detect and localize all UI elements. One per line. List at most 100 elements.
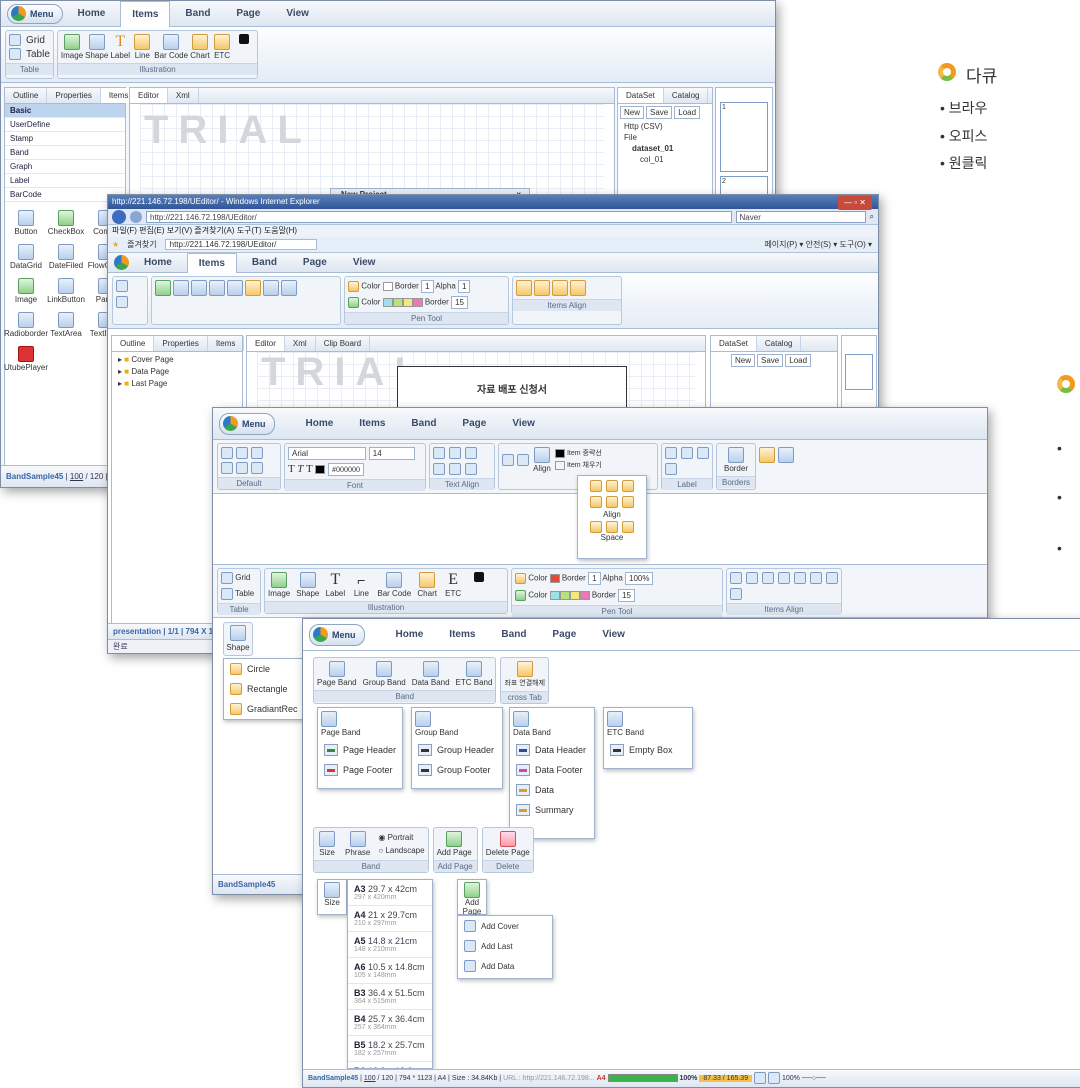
font-size-select[interactable]: 14 <box>368 447 415 460</box>
add-last-item[interactable]: Add Last <box>458 936 552 956</box>
color-swatch-cyan[interactable] <box>382 298 393 307</box>
component-datagrid[interactable]: DataGrid <box>7 244 45 270</box>
tab-band[interactable]: Band <box>241 253 288 273</box>
extra-icon[interactable] <box>778 447 794 463</box>
label-icon[interactable] <box>665 447 677 459</box>
paper-size-item[interactable]: B5 18.2 x 25.7cm 182 x 257mm <box>348 1036 432 1062</box>
etc-icon[interactable] <box>263 280 279 296</box>
border2-input[interactable]: 15 <box>451 296 468 309</box>
favorites-star-icon[interactable]: ★ <box>112 240 119 249</box>
image-button[interactable]: Image <box>61 34 83 60</box>
image-button[interactable]: Image <box>268 572 290 598</box>
space-opt-icon[interactable] <box>590 521 602 533</box>
tab-outline[interactable]: Outline <box>112 336 155 351</box>
color-swatch-yellow[interactable] <box>569 591 580 600</box>
tab-items[interactable]: Items <box>186 252 237 273</box>
search-field[interactable]: Naver <box>735 210 866 223</box>
alpha-input[interactable]: 100% <box>625 572 654 585</box>
tree-column[interactable]: col_01 <box>624 154 712 165</box>
paper-size-item[interactable]: A5 14.8 x 21cm 148 x 210mm <box>348 932 432 958</box>
window-controls[interactable]: — ▫ ✕ <box>838 196 872 210</box>
tab-editor[interactable]: Editor <box>130 88 168 103</box>
grid-button[interactable]: Grid <box>9 34 45 46</box>
tab-band[interactable]: Band <box>174 1 221 27</box>
extra-icon[interactable] <box>759 447 775 463</box>
tab-xml[interactable]: Xml <box>285 336 316 351</box>
back-icon[interactable] <box>112 209 126 224</box>
table-icon[interactable] <box>116 296 128 308</box>
align-icon[interactable] <box>730 588 742 600</box>
item-option-a[interactable]: Item 중략선 <box>555 448 602 460</box>
label-icon[interactable] <box>681 447 693 459</box>
tab-page[interactable]: Page <box>451 411 497 437</box>
component-linkbutton[interactable]: LinkButton <box>47 278 85 304</box>
align-icon[interactable] <box>810 572 822 584</box>
component-utubeplayer[interactable]: UtubePlayer <box>4 346 48 372</box>
data-footer-item[interactable]: Data Footer <box>510 760 594 780</box>
add-data-item[interactable]: Add Data <box>458 956 552 976</box>
data-band-button[interactable]: Data Band <box>412 661 450 687</box>
color-swatch-red[interactable] <box>549 574 560 583</box>
component-button[interactable]: Button <box>7 210 45 236</box>
tab-view[interactable]: View <box>501 411 546 437</box>
tab-view[interactable]: View <box>275 1 320 27</box>
align-icon[interactable] <box>746 572 758 584</box>
tree-data-page[interactable]: ▸ ■ Data Page <box>118 366 236 378</box>
browser-tab[interactable]: http://221.146.72.198/UEditor/ <box>164 239 318 250</box>
component-textarea[interactable]: TextArea <box>47 312 85 338</box>
tab-band[interactable]: Band <box>400 411 447 437</box>
category-label[interactable]: Label <box>5 174 125 188</box>
align-icon[interactable] <box>534 280 550 296</box>
align-icon[interactable] <box>778 572 790 584</box>
color-swatch-green[interactable] <box>392 298 403 307</box>
tree-cover-page[interactable]: ▸ ■ Cover Page <box>118 354 236 366</box>
tab-view[interactable]: View <box>342 253 387 273</box>
shape-icon[interactable] <box>173 280 189 296</box>
menu-button[interactable]: Menu <box>7 3 63 24</box>
save-button[interactable]: Save <box>757 354 784 367</box>
thumbnail-1[interactable]: 1 <box>720 102 768 172</box>
category-band[interactable]: Band <box>5 146 125 160</box>
shape-button[interactable]: Shape <box>296 572 319 598</box>
color-swatch-pink[interactable] <box>579 591 590 600</box>
align-icon[interactable] <box>826 572 838 584</box>
page-band-header[interactable]: Page Band <box>318 708 402 740</box>
chart-button[interactable]: Chart <box>190 34 210 60</box>
barcode-icon[interactable] <box>227 280 243 296</box>
color-swatch-cyan[interactable] <box>549 591 560 600</box>
tab-properties[interactable]: Properties <box>154 336 208 351</box>
new-button[interactable]: New <box>620 106 645 119</box>
browser-menu[interactable]: 파일(F) 편집(E) 보기(V) 즐겨찾기(A) 도구(T) 도움말(H) <box>108 225 878 237</box>
component-datefiled[interactable]: DateFiled <box>47 244 85 270</box>
tab-page[interactable]: Page <box>292 253 338 273</box>
load-button[interactable]: Load <box>785 354 812 367</box>
tab-catalog[interactable]: Catalog <box>757 336 802 351</box>
delete-page-button[interactable]: Delete Page <box>486 831 530 857</box>
tree-dataset[interactable]: dataset_01 <box>624 143 712 154</box>
tab-items[interactable]: Items <box>348 411 396 437</box>
shape-rectangle[interactable]: Rectangle <box>224 679 304 699</box>
logo-icon[interactable] <box>114 255 129 270</box>
page-band-button[interactable]: Page Band <box>317 661 357 687</box>
tab-properties[interactable]: Properties <box>47 88 101 103</box>
more-icon[interactable] <box>281 280 297 296</box>
tab-band[interactable]: Band <box>490 622 537 648</box>
label-button[interactable]: T Label <box>325 572 346 599</box>
image-icon[interactable] <box>155 280 171 296</box>
barcode-button[interactable]: Bar Code <box>154 34 188 60</box>
add-page-icon[interactable] <box>464 882 480 898</box>
search-icon[interactable]: ⌕ <box>870 212 874 222</box>
align-opt-icon[interactable] <box>622 480 634 492</box>
chart-button[interactable]: Chart <box>417 572 437 598</box>
paper-size-item[interactable]: A6 10.5 x 14.8cm 105 x 148mm <box>348 958 432 984</box>
tab-view[interactable]: View <box>591 622 636 648</box>
border-button[interactable]: Border <box>724 447 748 473</box>
tab-items[interactable]: Items <box>438 622 486 648</box>
item-option-b[interactable]: Item 채우기 <box>555 460 602 472</box>
border-input[interactable]: 1 <box>588 572 601 585</box>
data-item[interactable]: Data <box>510 780 594 800</box>
border-input[interactable]: 1 <box>421 280 434 293</box>
align-opt-icon[interactable] <box>590 496 602 508</box>
category-graph[interactable]: Graph <box>5 160 125 174</box>
align-button[interactable]: Align <box>532 447 552 473</box>
